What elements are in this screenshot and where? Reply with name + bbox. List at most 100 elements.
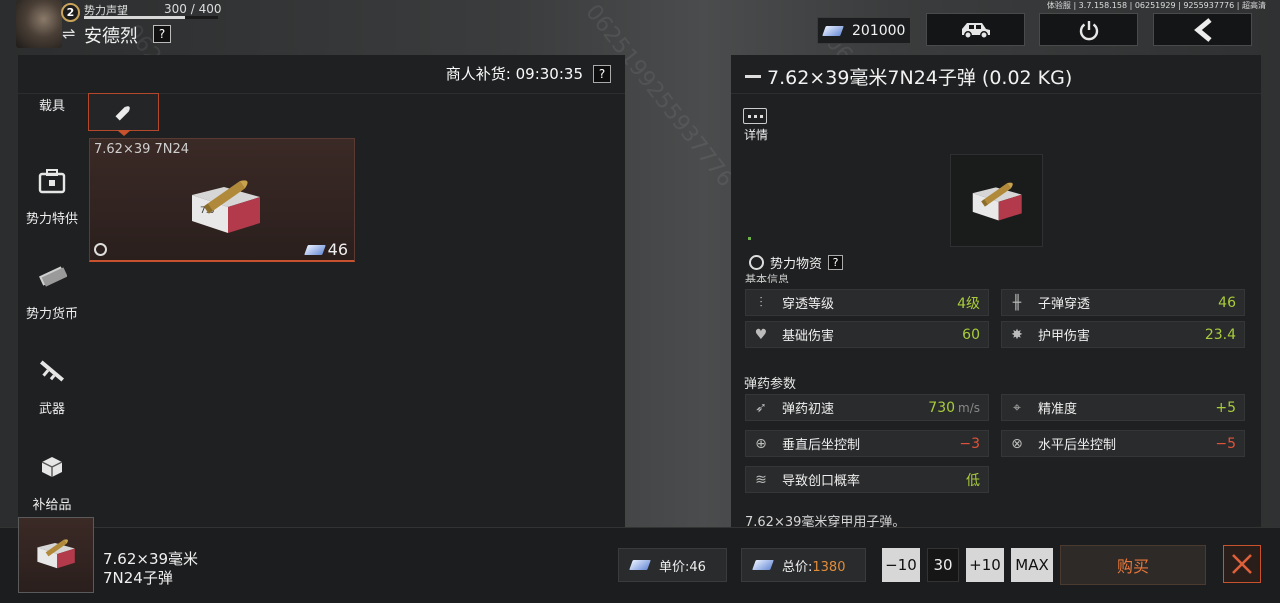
- total-price-value: 1380: [812, 559, 846, 575]
- item-detail-panel: 7.62×39毫米7N24子弹 (0.02 KG) 详情 势力物资 ? 基本信息…: [731, 55, 1261, 527]
- stat-label: 精准度: [1038, 402, 1078, 417]
- item-description: 7.62×39毫米穿甲用子弹。: [745, 515, 906, 527]
- currency-display: 201000: [817, 17, 911, 44]
- decrease-10-button[interactable]: −10: [882, 548, 920, 582]
- stat-accuracy: ⌖ 精准度 +5: [1001, 394, 1245, 421]
- back-arrow-icon: [1193, 17, 1212, 42]
- bullet-dash-icon: [745, 75, 761, 78]
- ticket-icon: [304, 243, 326, 257]
- close-icon: [1232, 554, 1252, 574]
- faction-icon: [749, 255, 764, 270]
- detail-button[interactable]: 详情: [743, 108, 769, 143]
- increase-10-button[interactable]: +10: [966, 548, 1004, 582]
- stat-value: 60: [962, 326, 980, 343]
- ammo-box-image: [37, 539, 75, 569]
- category-weapon[interactable]: 武器: [18, 341, 86, 431]
- stat-value: −3: [959, 435, 980, 452]
- category-faction-special[interactable]: 势力特供: [18, 151, 86, 241]
- selected-item-thumbnail: [18, 517, 94, 593]
- detail-icon: [743, 108, 767, 124]
- stat-armor-damage: ✸ 护甲伤害 23.4: [1001, 321, 1245, 348]
- item-title-text: 7.62×39毫米7N24子弹 (0.02 KG): [767, 67, 1073, 89]
- power-button[interactable]: [1039, 13, 1138, 46]
- muzzle-velocity-icon: ➶: [755, 399, 767, 416]
- category-label: 势力特供: [25, 211, 78, 227]
- stat-muzzle-velocity: ➶ 弹药初速 730 m/s: [745, 394, 989, 421]
- stat-value-number: 730: [928, 399, 956, 416]
- vehicle-icon: [961, 22, 990, 39]
- category-label: 武器: [38, 401, 65, 417]
- stat-value: 23.4: [1204, 326, 1236, 343]
- status-dot: [748, 237, 751, 240]
- bullet-icon: [115, 106, 130, 121]
- total-price-label: 总价:: [782, 559, 813, 575]
- selected-item-name: 7.62×39毫米: [103, 550, 199, 568]
- stat-vertical-recoil: ⊕ 垂直后坐控制 −3: [745, 430, 989, 457]
- toolbox-icon: [37, 166, 67, 196]
- stat-value: +5: [1215, 399, 1236, 416]
- category-label: 势力货币: [25, 306, 78, 322]
- item-card[interactable]: 7.62×39 7N24 7.6 46: [89, 138, 355, 262]
- stat-unit: m/s: [958, 400, 980, 415]
- category-label: 载具: [38, 99, 65, 114]
- stat-value: 730 m/s: [928, 400, 988, 416]
- stat-label: 弹药初速: [782, 402, 835, 417]
- subtab-ammo[interactable]: [88, 93, 159, 131]
- ammo-box-image: 7.6: [192, 180, 260, 233]
- selected-item-name-line2: 7N24子弹: [103, 569, 173, 587]
- stat-label: 基础伤害: [782, 329, 835, 344]
- money-icon: [37, 261, 67, 291]
- category-vehicle[interactable]: 载具: [18, 91, 86, 115]
- supply-box-icon: [37, 452, 67, 482]
- ammo-box-image: [972, 182, 1022, 221]
- faction-supply-text: 势力物资: [770, 257, 823, 272]
- stat-horizontal-recoil: ⊗ 水平后坐控制 −5: [1001, 430, 1245, 457]
- level-badge: 2: [61, 3, 80, 22]
- restock-label: 商人补货: 09:30:35: [445, 65, 583, 83]
- stat-label: 子弹穿透: [1038, 297, 1091, 312]
- broken-heart-icon: ♥: [754, 326, 768, 343]
- close-button[interactable]: [1223, 545, 1261, 583]
- max-quantity-button[interactable]: MAX: [1011, 548, 1053, 582]
- vehicle-button[interactable]: [926, 13, 1025, 46]
- unit-price: 单价:46: [618, 548, 727, 582]
- stat-wound-chance: ≋ 导致创口概率 低: [745, 466, 989, 493]
- player-name: 安德烈: [84, 26, 138, 47]
- reputation-bar-fill: [84, 16, 185, 19]
- stat-base-damage: ♥ 基础伤害 60: [745, 321, 989, 348]
- back-button[interactable]: [1153, 13, 1252, 46]
- armor-damage-icon: ✸: [1011, 326, 1023, 343]
- ticket-icon: [629, 558, 651, 572]
- buy-button[interactable]: 购买: [1060, 545, 1206, 585]
- ticket-icon: [822, 24, 844, 38]
- player-avatar[interactable]: [16, 0, 62, 48]
- faction-help-button[interactable]: ?: [828, 255, 844, 270]
- stat-value: −5: [1215, 435, 1236, 452]
- quantity-field[interactable]: 30: [927, 548, 959, 582]
- total-price: 总价:1380: [741, 548, 866, 582]
- stat-label: 导致创口概率: [782, 474, 861, 489]
- ticket-icon: [752, 558, 774, 572]
- shop-panel: 商人补货: 09:30:35 ? 载具 势力特供 势力货币 武器 补给品 7.6…: [18, 55, 625, 565]
- reputation-bar: [84, 16, 218, 19]
- divider: [731, 93, 1261, 94]
- stat-penetration-level: ⫶ 穿透等级 4级: [745, 289, 989, 316]
- stat-value: 低: [966, 472, 980, 489]
- ammo-params-header: 弹药参数: [744, 377, 797, 392]
- stat-label: 穿透等级: [782, 297, 835, 312]
- item-card-price: 46: [304, 240, 348, 259]
- help-button[interactable]: ?: [153, 25, 171, 43]
- power-icon: [1079, 20, 1098, 40]
- stat-label: 水平后坐控制: [1038, 438, 1117, 453]
- currency-amount: 201000: [852, 22, 906, 39]
- server-info: 体验服 | 3.7.158.158 | 06251929 | 925593777…: [1046, 1, 1266, 10]
- category-faction-currency[interactable]: 势力货币: [18, 246, 86, 336]
- stat-value: 46: [1218, 294, 1236, 311]
- restock-help-button[interactable]: ?: [593, 64, 611, 83]
- item-card-name: 7.62×39 7N24: [94, 142, 190, 157]
- stat-label: 垂直后坐控制: [782, 438, 861, 453]
- swap-icon[interactable]: ⇌: [62, 24, 75, 43]
- category-supplies[interactable]: 补给品: [18, 437, 86, 527]
- item-title: 7.62×39毫米7N24子弹 (0.02 KG): [745, 63, 1072, 90]
- category-list: 载具 势力特供 势力货币 武器 补给品: [18, 91, 86, 565]
